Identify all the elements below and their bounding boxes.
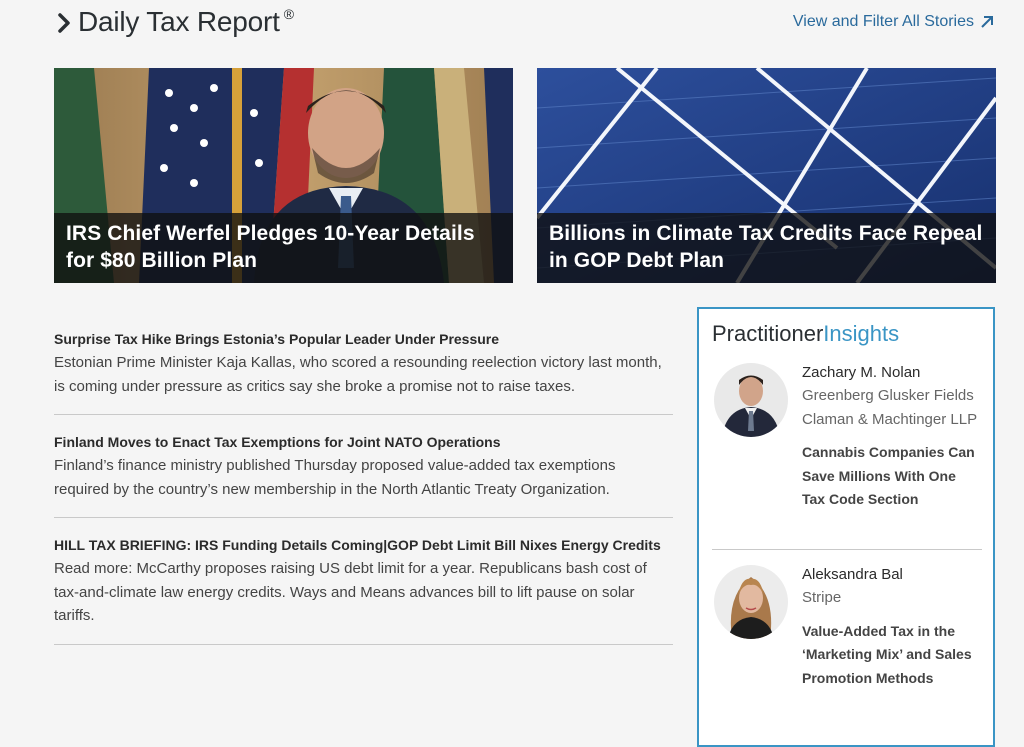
insights-heading-a: Practitioner: [712, 321, 824, 346]
registered-mark: ®: [283, 6, 295, 22]
insights-heading: PractitionerInsights: [712, 319, 899, 349]
author-organization: Stripe: [802, 589, 842, 606]
list-item[interactable]: HILL TAX BRIEFING: IRS Funding Details C…: [54, 534, 673, 645]
featured-headline-2[interactable]: Billions in Climate Tax Credits Face Rep…: [537, 213, 996, 283]
insights-divider: [712, 549, 982, 550]
story-description: Estonian Prime Minister Kaja Kallas, who…: [54, 354, 662, 395]
story-list: Surprise Tax Hike Brings Estonia’s Popul…: [54, 328, 673, 661]
list-item[interactable]: Finland Moves to Enact Tax Exemptions fo…: [54, 431, 673, 518]
story-description: Finland’s finance ministry published Thu…: [54, 457, 616, 498]
external-arrow-icon: [981, 16, 993, 28]
section-header: Daily Tax Report ® View and Filter All S…: [54, 0, 994, 44]
chevron-right-icon: [58, 13, 70, 33]
author-name[interactable]: Aleksandra Bal: [802, 563, 982, 586]
avatar: [714, 363, 788, 437]
insight-article-title[interactable]: Cannabis Companies Can Save Millions Wit…: [802, 441, 982, 512]
featured-story-card-1[interactable]: IRS Chief Werfel Pledges 10-Year Details…: [54, 68, 513, 283]
author-name[interactable]: Zachary M. Nolan: [802, 361, 982, 384]
section-title-wrap[interactable]: Daily Tax Report ®: [54, 2, 294, 42]
view-all-label: View and Filter All Stories: [792, 13, 974, 30]
view-all-stories-link[interactable]: View and Filter All Stories: [793, 13, 994, 31]
insight-info-1: Zachary M. Nolan Greenberg Glusker Field…: [802, 361, 982, 512]
story-title[interactable]: Surprise Tax Hike Brings Estonia’s Popul…: [54, 328, 673, 351]
page-title[interactable]: Daily Tax Report: [78, 2, 280, 42]
practitioner-insights-panel: PractitionerInsights Zachary M. Nolan Gr…: [697, 307, 995, 747]
author-organization: Greenberg Glusker Fields Claman & Machti…: [802, 387, 978, 428]
insight-info-2: Aleksandra Bal Stripe Value-Added Tax in…: [802, 563, 982, 690]
insights-heading-b: Insights: [823, 321, 900, 346]
avatar: [714, 565, 788, 639]
featured-story-card-2[interactable]: Billions in Climate Tax Credits Face Rep…: [537, 68, 996, 283]
story-title[interactable]: Finland Moves to Enact Tax Exemptions fo…: [54, 431, 673, 454]
list-item[interactable]: Surprise Tax Hike Brings Estonia’s Popul…: [54, 328, 673, 415]
story-description: Read more: McCarthy proposes raising US …: [54, 560, 647, 624]
featured-headline-1[interactable]: IRS Chief Werfel Pledges 10-Year Details…: [54, 213, 513, 283]
story-title[interactable]: HILL TAX BRIEFING: IRS Funding Details C…: [54, 534, 673, 557]
insight-article-title[interactable]: Value-Added Tax in the ‘Marketing Mix’ a…: [802, 620, 982, 691]
